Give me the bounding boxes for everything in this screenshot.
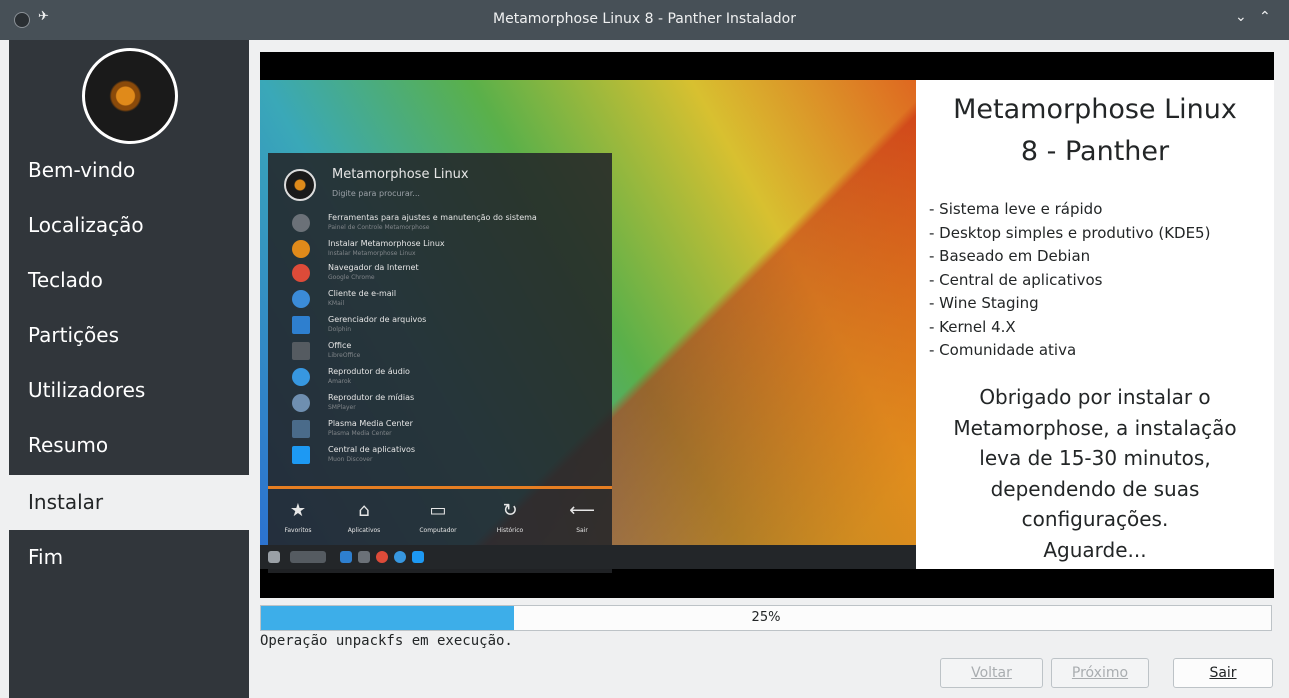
menu-search: Digite para procurar...: [332, 189, 420, 198]
star-icon: ★: [289, 500, 307, 521]
tab-aplicativos: ⌂ Aplicativos: [334, 500, 394, 535]
next-button[interactable]: Próximo: [1051, 658, 1149, 688]
sidebar-item-bem-vindo: Bem-vindo: [28, 158, 136, 182]
feature-list: - Sistema leve e rápido - Desktop simple…: [929, 198, 1210, 363]
status-text: Operação unpackfs em execução.: [260, 633, 513, 649]
task-icon: [412, 551, 424, 563]
slide-heading-line1: Metamorphose Linux: [953, 94, 1237, 125]
tab-computador: ▭ Computador: [408, 500, 468, 535]
window-titlebar: ✈ Metamorphose Linux 8 - Panther Instala…: [0, 0, 1289, 40]
sidebar-item-instalar: Instalar: [9, 475, 249, 530]
computer-icon: ▭: [429, 500, 447, 521]
screenshot-app-menu: Metamorphose Linux Digite para procurar.…: [268, 153, 612, 573]
installer-slideshow: Metamorphose Linux Digite para procurar.…: [260, 52, 1274, 598]
task-icon: [376, 551, 388, 563]
task-icon: [358, 551, 370, 563]
logout-icon: ⟵: [569, 500, 595, 521]
tab-historico: ↻ Histórico: [480, 500, 540, 535]
menu-tabs: ★ Favoritos ⌂ Aplicativos ▭ Computador ↻ His…: [268, 486, 612, 549]
panther-logo: [82, 48, 178, 144]
menu-title: Metamorphose Linux: [332, 167, 469, 182]
sidebar-item-teclado: Teclado: [28, 268, 103, 292]
menu-avatar-icon: [284, 169, 316, 201]
progress-label: 25%: [751, 610, 781, 625]
minimize-icon[interactable]: ⌄: [1235, 9, 1247, 25]
sidebar-item-fim: Fim: [28, 545, 64, 569]
launcher-icon: [268, 551, 280, 563]
install-progress-bar: 25%: [260, 605, 1272, 631]
window-title: Metamorphose Linux 8 - Panther Instalado…: [493, 11, 796, 27]
task-icon: [394, 551, 406, 563]
feature-item: - Kernel 4.X: [929, 317, 1016, 336]
task-icon: [340, 551, 352, 563]
slide-heading-line2: 8 - Panther: [1020, 136, 1170, 167]
sidebar-item-localizacao: Localização: [28, 213, 144, 237]
feature-item: - Central de aplicativos: [929, 270, 1103, 289]
history-icon: ↻: [502, 500, 518, 521]
back-button[interactable]: Voltar: [940, 658, 1043, 688]
feature-item: - Baseado em Debian: [929, 247, 1091, 265]
building-icon: ⌂: [358, 500, 370, 521]
thanks-message: Obrigado por instalar o Metamorphose, a …: [953, 385, 1237, 562]
sidebar: Bem-vindo Localização Teclado Partições …: [9, 40, 249, 698]
maximize-icon[interactable]: ⌃: [1259, 9, 1271, 25]
feature-item: - Desktop simples e produtivo (KDE5): [929, 223, 1211, 242]
feature-item: - Sistema leve e rápido: [929, 200, 1103, 218]
sidebar-item-particoes: Partições: [28, 323, 119, 347]
tab-favoritos: ★ Favoritos: [268, 500, 328, 535]
tab-sair: ⟵ Sair: [552, 500, 612, 535]
sidebar-item-utilizadores: Utilizadores: [28, 378, 146, 402]
sidebar-item-resumo: Resumo: [28, 433, 109, 457]
slide-text-panel: Metamorphose Linux 8 - Panther - Sistema…: [916, 80, 1274, 569]
quit-button[interactable]: Sair: [1173, 658, 1273, 688]
feature-item: - Comunidade ativa: [929, 341, 1077, 359]
pager-icon: [290, 551, 326, 563]
feature-item: - Wine Staging: [929, 294, 1039, 312]
